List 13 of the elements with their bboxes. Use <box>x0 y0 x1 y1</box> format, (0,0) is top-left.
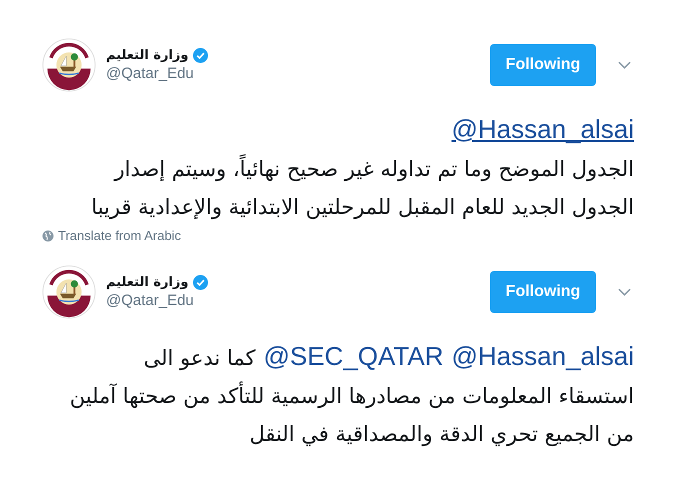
account-handle[interactable]: @Qatar_Edu <box>106 65 208 82</box>
account-name[interactable]: وزارة التعليم <box>106 275 188 290</box>
translate-link[interactable]: Translate from Arabic <box>42 228 634 243</box>
avatar-logo[interactable] <box>42 265 96 319</box>
chevron-down-icon[interactable] <box>618 288 631 296</box>
mention-link[interactable]: @Hassan_alsai <box>452 114 634 144</box>
mention-link[interactable]: @Hassan_alsai <box>452 341 634 371</box>
account-handle[interactable]: @Qatar_Edu <box>106 292 208 309</box>
avatar-logo[interactable] <box>42 38 96 92</box>
globe-icon <box>42 230 54 242</box>
account-name[interactable]: وزارة التعليم <box>106 48 188 63</box>
mention-link[interactable]: @SEC_QATAR <box>263 341 444 371</box>
chevron-down-icon[interactable] <box>618 61 631 69</box>
